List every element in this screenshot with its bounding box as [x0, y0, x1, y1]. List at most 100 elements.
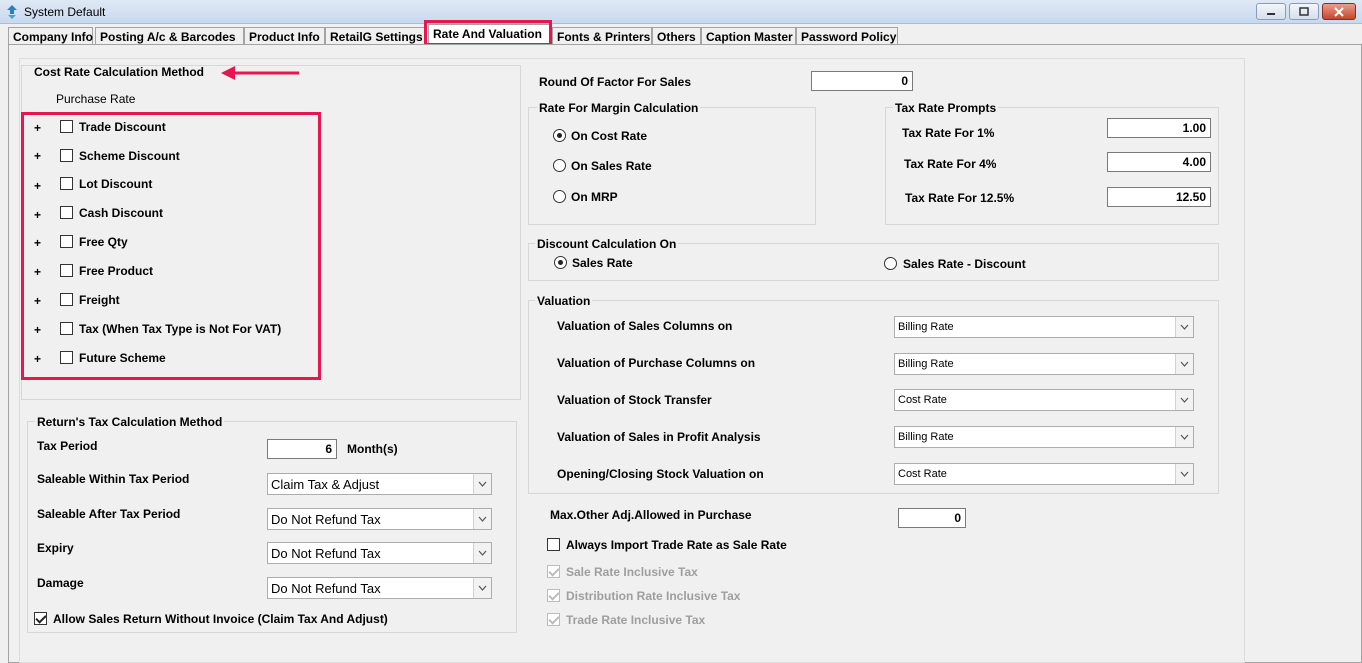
- valuation-sales-select[interactable]: Billing Rate: [894, 316, 1194, 338]
- damage-label: Damage: [37, 576, 84, 590]
- discount-sales-rate-radio[interactable]: [554, 256, 567, 269]
- scheme-discount-label: Scheme Discount: [79, 149, 180, 163]
- returns-tax-title: Return's Tax Calculation Method: [35, 415, 225, 429]
- dropdown-button[interactable]: [473, 578, 491, 598]
- sign-plus: +: [34, 323, 42, 337]
- dropdown-button[interactable]: [1175, 390, 1193, 410]
- window-title: System Default: [24, 5, 106, 19]
- free-qty-checkbox[interactable]: [60, 235, 73, 248]
- sign-plus: +: [34, 208, 42, 222]
- on-cost-rate-radio[interactable]: [553, 129, 566, 142]
- tax-period-input[interactable]: 6: [267, 439, 337, 459]
- damage-value: Do Not Refund Tax: [271, 581, 381, 596]
- valuation-stock-transfer-select[interactable]: Cost Rate: [894, 389, 1194, 411]
- damage-select[interactable]: Do Not Refund Tax: [267, 577, 492, 599]
- tab-posting-barcodes[interactable]: Posting A/c & Barcodes: [95, 27, 244, 45]
- valuation-profit-label: Valuation of Sales in Profit Analysis: [557, 430, 761, 444]
- allow-return-label: Allow Sales Return Without Invoice (Clai…: [53, 612, 388, 626]
- chevron-down-icon: [1180, 434, 1189, 440]
- tax-not-vat-checkbox[interactable]: [60, 322, 73, 335]
- trade-discount-checkbox[interactable]: [60, 120, 73, 133]
- tab-product-info[interactable]: Product Info: [244, 27, 325, 45]
- tab-caption-master[interactable]: Caption Master: [701, 27, 796, 45]
- max-adj-input[interactable]: 0: [898, 508, 966, 528]
- sign-plus: +: [34, 352, 42, 366]
- dropdown-button[interactable]: [1175, 464, 1193, 484]
- scheme-discount-checkbox[interactable]: [60, 149, 73, 162]
- tab-rate-and-valuation[interactable]: Rate And Valuation: [428, 24, 550, 45]
- dropdown-button[interactable]: [1175, 354, 1193, 374]
- valuation-opening-closing-value: Cost Rate: [898, 468, 947, 480]
- chevron-down-icon: [478, 516, 487, 522]
- saleable-within-label: Saleable Within Tax Period: [37, 472, 190, 486]
- tab-fonts-printers[interactable]: Fonts & Printers: [552, 27, 652, 45]
- free-product-label: Free Product: [79, 264, 154, 278]
- future-scheme-label: Future Scheme: [79, 351, 166, 365]
- tax-12-5-input[interactable]: 12.50: [1107, 187, 1211, 207]
- sign-plus: +: [34, 294, 42, 308]
- tax-4-input[interactable]: 4.00: [1107, 152, 1211, 172]
- dropdown-button[interactable]: [473, 474, 491, 494]
- maximize-button[interactable]: [1289, 3, 1319, 20]
- sign-plus: +: [34, 149, 42, 163]
- on-mrp-radio[interactable]: [553, 190, 566, 203]
- free-product-checkbox[interactable]: [60, 264, 73, 277]
- cash-discount-checkbox[interactable]: [60, 206, 73, 219]
- valuation-profit-value: Billing Rate: [898, 431, 954, 443]
- round-factor-input[interactable]: 0: [811, 71, 913, 91]
- lot-discount-checkbox[interactable]: [60, 177, 73, 190]
- valuation-purchase-select[interactable]: Billing Rate: [894, 353, 1194, 375]
- chevron-down-icon: [1180, 324, 1189, 330]
- valuation-purchase-label: Valuation of Purchase Columns on: [557, 356, 756, 370]
- title-bar: System Default: [0, 0, 1362, 24]
- sale-rate-inclusive-checkbox[interactable]: [547, 565, 560, 578]
- tab-company-info[interactable]: Company Info: [8, 27, 93, 45]
- close-button[interactable]: [1322, 3, 1356, 20]
- tax-prompts-title: Tax Rate Prompts: [893, 101, 999, 115]
- tab-retailg-settings[interactable]: RetailG Settings: [325, 27, 426, 45]
- dropdown-button[interactable]: [473, 543, 491, 563]
- purchase-rate-label: Purchase Rate: [56, 92, 136, 106]
- tab-page: Cost Rate Calculation Method Purchase Ra…: [8, 44, 1362, 663]
- tab-others[interactable]: Others: [652, 27, 701, 45]
- valuation-title: Valuation: [535, 294, 593, 308]
- future-scheme-checkbox[interactable]: [60, 351, 73, 364]
- freight-label: Freight: [79, 293, 120, 307]
- on-sales-rate-radio[interactable]: [553, 159, 566, 172]
- import-trade-label: Always Import Trade Rate as Sale Rate: [566, 538, 787, 552]
- tax-12-5-label: Tax Rate For 12.5%: [905, 191, 1015, 205]
- valuation-opening-closing-label: Opening/Closing Stock Valuation on: [557, 467, 764, 481]
- discount-sales-minus-radio[interactable]: [884, 257, 897, 270]
- distribution-rate-inclusive-checkbox[interactable]: [547, 589, 560, 602]
- close-icon: [1334, 6, 1344, 17]
- tax-4-label: Tax Rate For 4%: [904, 157, 997, 171]
- valuation-sales-value: Billing Rate: [898, 321, 954, 333]
- trade-rate-inclusive-checkbox[interactable]: [547, 613, 560, 626]
- valuation-profit-select[interactable]: Billing Rate: [894, 426, 1194, 448]
- valuation-opening-closing-select[interactable]: Cost Rate: [894, 463, 1194, 485]
- cash-discount-label: Cash Discount: [79, 206, 164, 220]
- freight-checkbox[interactable]: [60, 293, 73, 306]
- chevron-down-icon: [478, 481, 487, 487]
- dropdown-button[interactable]: [1175, 317, 1193, 337]
- dropdown-button[interactable]: [473, 509, 491, 529]
- import-trade-checkbox[interactable]: [547, 538, 560, 551]
- trade-rate-inclusive-label: Trade Rate Inclusive Tax: [566, 613, 706, 627]
- sign-plus: +: [34, 236, 42, 250]
- on-cost-rate-label: On Cost Rate: [571, 129, 648, 143]
- tax-1-input[interactable]: 1.00: [1107, 118, 1211, 138]
- minimize-button[interactable]: [1256, 3, 1286, 20]
- valuation-sales-label: Valuation of Sales Columns on: [557, 319, 733, 333]
- valuation-stock-transfer-label: Valuation of Stock Transfer: [557, 393, 712, 407]
- app-logo-icon: [7, 5, 17, 19]
- tab-password-policy[interactable]: Password Policy: [796, 27, 898, 45]
- minimize-icon: [1267, 12, 1275, 15]
- tax-1-label: Tax Rate For 1%: [902, 126, 995, 140]
- saleable-within-select[interactable]: Claim Tax & Adjust: [267, 473, 492, 495]
- dropdown-button[interactable]: [1175, 427, 1193, 447]
- expiry-select[interactable]: Do Not Refund Tax: [267, 542, 492, 564]
- chevron-down-icon: [478, 550, 487, 556]
- saleable-after-select[interactable]: Do Not Refund Tax: [267, 508, 492, 530]
- expiry-label: Expiry: [37, 541, 74, 555]
- allow-return-checkbox[interactable]: [34, 612, 47, 625]
